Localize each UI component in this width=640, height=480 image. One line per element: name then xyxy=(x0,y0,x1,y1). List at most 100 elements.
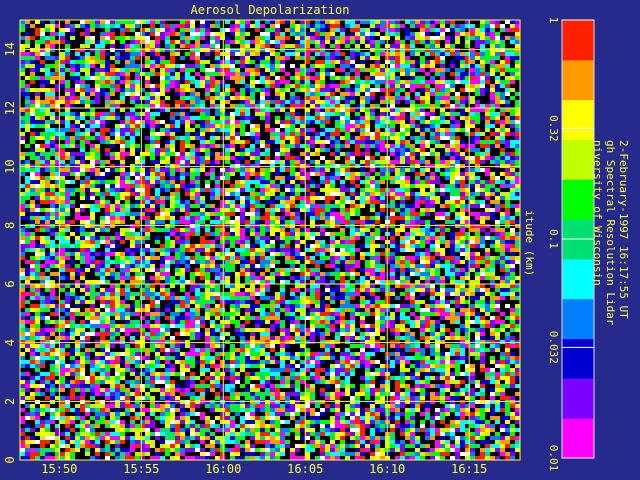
heatmap-cell xyxy=(380,160,385,164)
heatmap-cell xyxy=(375,192,380,196)
heatmap-cell xyxy=(155,168,160,172)
heatmap-cell xyxy=(310,212,315,216)
heatmap-cell xyxy=(145,76,150,80)
heatmap-cell xyxy=(485,168,490,172)
heatmap-cell xyxy=(180,44,185,48)
heatmap-cell xyxy=(330,28,335,32)
heatmap-cell xyxy=(20,172,25,176)
heatmap-cell xyxy=(135,188,140,192)
heatmap-cell xyxy=(315,152,320,156)
heatmap-cell xyxy=(340,176,345,180)
heatmap-cell xyxy=(375,112,380,116)
heatmap-cell xyxy=(125,52,130,56)
heatmap-cell xyxy=(470,84,475,88)
heatmap-cell xyxy=(165,168,170,172)
heatmap-cell xyxy=(115,104,120,108)
heatmap-cell xyxy=(295,184,300,188)
heatmap-cell xyxy=(75,152,80,156)
heatmap-cell xyxy=(265,80,270,84)
heatmap-cell xyxy=(330,44,335,48)
heatmap-cell xyxy=(110,108,115,112)
heatmap-cell xyxy=(120,140,125,144)
heatmap-cell xyxy=(290,84,295,88)
heatmap-cell xyxy=(185,92,190,96)
heatmap-cell xyxy=(365,212,370,216)
heatmap-cell xyxy=(90,120,95,124)
heatmap-cell xyxy=(365,140,370,144)
heatmap-cell xyxy=(310,32,315,36)
heatmap-cell xyxy=(425,200,430,204)
heatmap-cell xyxy=(440,72,445,76)
heatmap-cell xyxy=(180,152,185,156)
heatmap-cell xyxy=(360,104,365,108)
heatmap-cell xyxy=(40,156,45,160)
heatmap-cell xyxy=(130,68,135,72)
heatmap-cell xyxy=(300,96,305,100)
heatmap-cell xyxy=(460,164,465,168)
heatmap-cell xyxy=(260,76,265,80)
heatmap-cell xyxy=(405,172,410,176)
heatmap-cell xyxy=(255,124,260,128)
heatmap-cell xyxy=(305,176,310,180)
heatmap-cell xyxy=(515,36,520,40)
heatmap-cell xyxy=(105,24,110,28)
heatmap-cell xyxy=(365,208,370,212)
heatmap-cell xyxy=(90,100,95,104)
heatmap-cell xyxy=(155,148,160,152)
heatmap-cell xyxy=(275,68,280,72)
heatmap-cell xyxy=(440,180,445,184)
heatmap-cell xyxy=(230,84,235,88)
heatmap-cell xyxy=(170,112,175,116)
heatmap-cell xyxy=(65,24,70,28)
heatmap-cell xyxy=(505,176,510,180)
heatmap-cell xyxy=(35,180,40,184)
heatmap-cell xyxy=(370,172,375,176)
heatmap-cell xyxy=(475,100,480,104)
heatmap-cell xyxy=(240,108,245,112)
heatmap-cell xyxy=(150,128,155,132)
heatmap-cell xyxy=(350,48,355,52)
heatmap-cell xyxy=(355,168,360,172)
heatmap-cell xyxy=(290,112,295,116)
heatmap-cell xyxy=(170,148,175,152)
heatmap-cell xyxy=(360,200,365,204)
heatmap-cell xyxy=(505,180,510,184)
heatmap-cell xyxy=(220,64,225,68)
heatmap-cell xyxy=(255,88,260,92)
heatmap-cell xyxy=(170,92,175,96)
heatmap-cell xyxy=(175,36,180,40)
heatmap-cell xyxy=(115,116,120,120)
heatmap-cell xyxy=(475,96,480,100)
heatmap-cell xyxy=(290,96,295,100)
heatmap-cell xyxy=(355,172,360,176)
heatmap-cell xyxy=(135,148,140,152)
heatmap-cell xyxy=(105,184,110,188)
heatmap-cell xyxy=(210,88,215,92)
heatmap-cell xyxy=(280,80,285,84)
heatmap-cell xyxy=(70,112,75,116)
heatmap-cell xyxy=(440,48,445,52)
heatmap-cell xyxy=(215,116,220,120)
heatmap-cell xyxy=(90,168,95,172)
heatmap-cell xyxy=(225,128,230,132)
heatmap-cell xyxy=(80,164,85,168)
heatmap-cell xyxy=(200,212,205,216)
heatmap-cell xyxy=(515,48,520,52)
heatmap-cell xyxy=(325,184,330,188)
heatmap-cell xyxy=(475,32,480,36)
heatmap-cell xyxy=(270,48,275,52)
heatmap-cell xyxy=(135,132,140,136)
heatmap-cell xyxy=(400,168,405,172)
heatmap-cell xyxy=(460,28,465,32)
heatmap-cell xyxy=(70,44,75,48)
heatmap-cell xyxy=(330,36,335,40)
heatmap-cell xyxy=(170,208,175,212)
heatmap-cell xyxy=(310,208,315,212)
heatmap-cell xyxy=(350,100,355,104)
heatmap-cell xyxy=(425,20,430,24)
heatmap-cell xyxy=(170,52,175,56)
heatmap-cell xyxy=(360,84,365,88)
heatmap-cell xyxy=(325,40,330,44)
heatmap-cell xyxy=(210,204,215,208)
heatmap-cell xyxy=(455,120,460,124)
